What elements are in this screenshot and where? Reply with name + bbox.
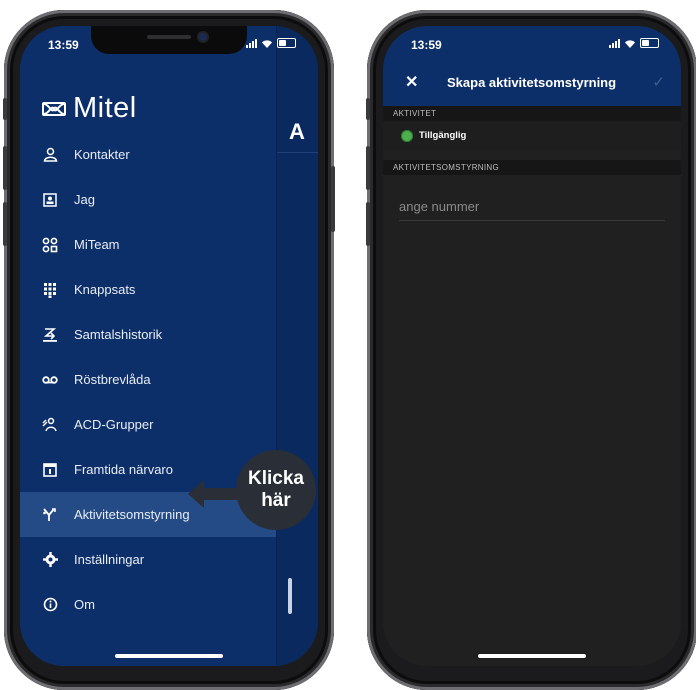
volume-up-button <box>366 146 370 190</box>
right-phone-frame: 13:59 ✕ Skapa aktivitetsomstyrning ✓ AKT… <box>366 10 696 690</box>
volume-up-button <box>3 146 7 190</box>
voicemail-icon <box>42 372 58 388</box>
signal-icon <box>246 38 257 48</box>
section-header-activity: AKTIVITET <box>383 106 681 121</box>
call-history-icon <box>42 327 58 343</box>
status-bar: 13:59 <box>20 26 318 60</box>
menu-item-rostbrevlada[interactable]: Röstbrevlåda <box>20 357 276 402</box>
status-time: 13:59 <box>411 38 442 52</box>
menu-item-label: Om <box>74 597 95 612</box>
wifi-icon <box>262 39 272 48</box>
menu-item-label: Framtida närvaro <box>74 462 173 477</box>
status-time: 13:59 <box>48 38 79 52</box>
brand-logo: Mitel <box>42 92 137 125</box>
app-header: ✕ Skapa aktivitetsomstyrning ✓ <box>383 60 681 106</box>
home-indicator[interactable] <box>478 654 586 658</box>
activity-label: Tillgänglig <box>419 130 467 141</box>
signal-icon <box>609 38 620 48</box>
calendar-icon <box>42 462 58 478</box>
click-here-callout: Klicka här <box>236 450 316 530</box>
mitel-logo-icon <box>42 101 66 116</box>
info-icon <box>42 597 58 613</box>
navigation-drawer: Mitel Kontakter Jag MiTeam Knappsats Sam… <box>20 26 276 666</box>
menu-item-samtalshistorik[interactable]: Samtalshistorik <box>20 312 276 357</box>
acd-groups-icon <box>42 417 58 433</box>
profile-card-icon <box>42 192 58 208</box>
keypad-icon <box>42 282 58 298</box>
mute-switch <box>3 98 7 120</box>
divider <box>277 152 318 153</box>
menu-item-om[interactable]: Om <box>20 582 276 627</box>
close-icon[interactable]: ✕ <box>405 72 418 92</box>
menu-item-jag[interactable]: Jag <box>20 177 276 222</box>
menu-item-label: Knappsats <box>74 282 136 297</box>
volume-down-button <box>3 202 7 246</box>
right-screen: 13:59 ✕ Skapa aktivitetsomstyrning ✓ AKT… <box>383 26 681 666</box>
menu-item-acd-grupper[interactable]: ACD-Grupper <box>20 402 276 447</box>
left-phone-frame: 13:59 A Mitel Kontakter Jag MiTeam Knapp… <box>3 10 335 690</box>
menu-item-knappsats[interactable]: Knappsats <box>20 267 276 312</box>
brand-name: Mitel <box>73 92 137 124</box>
mute-switch <box>366 98 370 120</box>
menu-item-installningar[interactable]: Inställningar <box>20 537 276 582</box>
menu-item-label: Samtalshistorik <box>74 327 163 342</box>
scrollbar-thumb[interactable] <box>288 578 292 614</box>
menu-item-label: ACD-Grupper <box>74 417 154 432</box>
menu-item-label: MiTeam <box>74 237 120 252</box>
activity-selector[interactable]: Tillgänglig <box>383 121 681 150</box>
battery-icon <box>640 38 659 48</box>
status-dot-icon <box>401 129 413 142</box>
battery-icon <box>277 38 296 48</box>
number-input[interactable] <box>399 199 665 214</box>
menu-item-label: Aktivitetsomstyrning <box>74 507 190 522</box>
drawer-menu: Kontakter Jag MiTeam Knappsats Samtalshi… <box>20 132 276 627</box>
side-button <box>331 166 335 232</box>
menu-item-label: Inställningar <box>74 552 145 567</box>
volume-down-button <box>366 202 370 246</box>
wifi-icon <box>625 39 635 48</box>
team-icon <box>42 237 58 253</box>
menu-item-kontakter[interactable]: Kontakter <box>20 132 276 177</box>
forward-icon <box>42 507 58 523</box>
confirm-check-icon[interactable]: ✓ <box>652 73 665 91</box>
background-page-title: A <box>289 119 306 144</box>
gear-icon <box>42 552 58 568</box>
background-page[interactable]: A <box>276 26 318 666</box>
menu-item-label: Jag <box>74 192 95 207</box>
contacts-icon <box>42 147 58 163</box>
status-bar: 13:59 <box>383 26 681 60</box>
callout-line-1: Klicka <box>248 468 304 489</box>
left-screen: 13:59 A Mitel Kontakter Jag MiTeam Knapp… <box>20 26 318 666</box>
number-field-wrapper <box>399 198 665 221</box>
menu-item-label: Röstbrevlåda <box>74 372 151 387</box>
page-title: Skapa aktivitetsomstyrning <box>447 75 617 90</box>
home-indicator[interactable] <box>115 654 223 658</box>
menu-item-miteam[interactable]: MiTeam <box>20 222 276 267</box>
menu-item-label: Kontakter <box>74 147 130 162</box>
section-header-forwarding: AKTIVITETSOMSTYRNING <box>383 160 681 175</box>
callout-line-2: här <box>261 490 291 511</box>
